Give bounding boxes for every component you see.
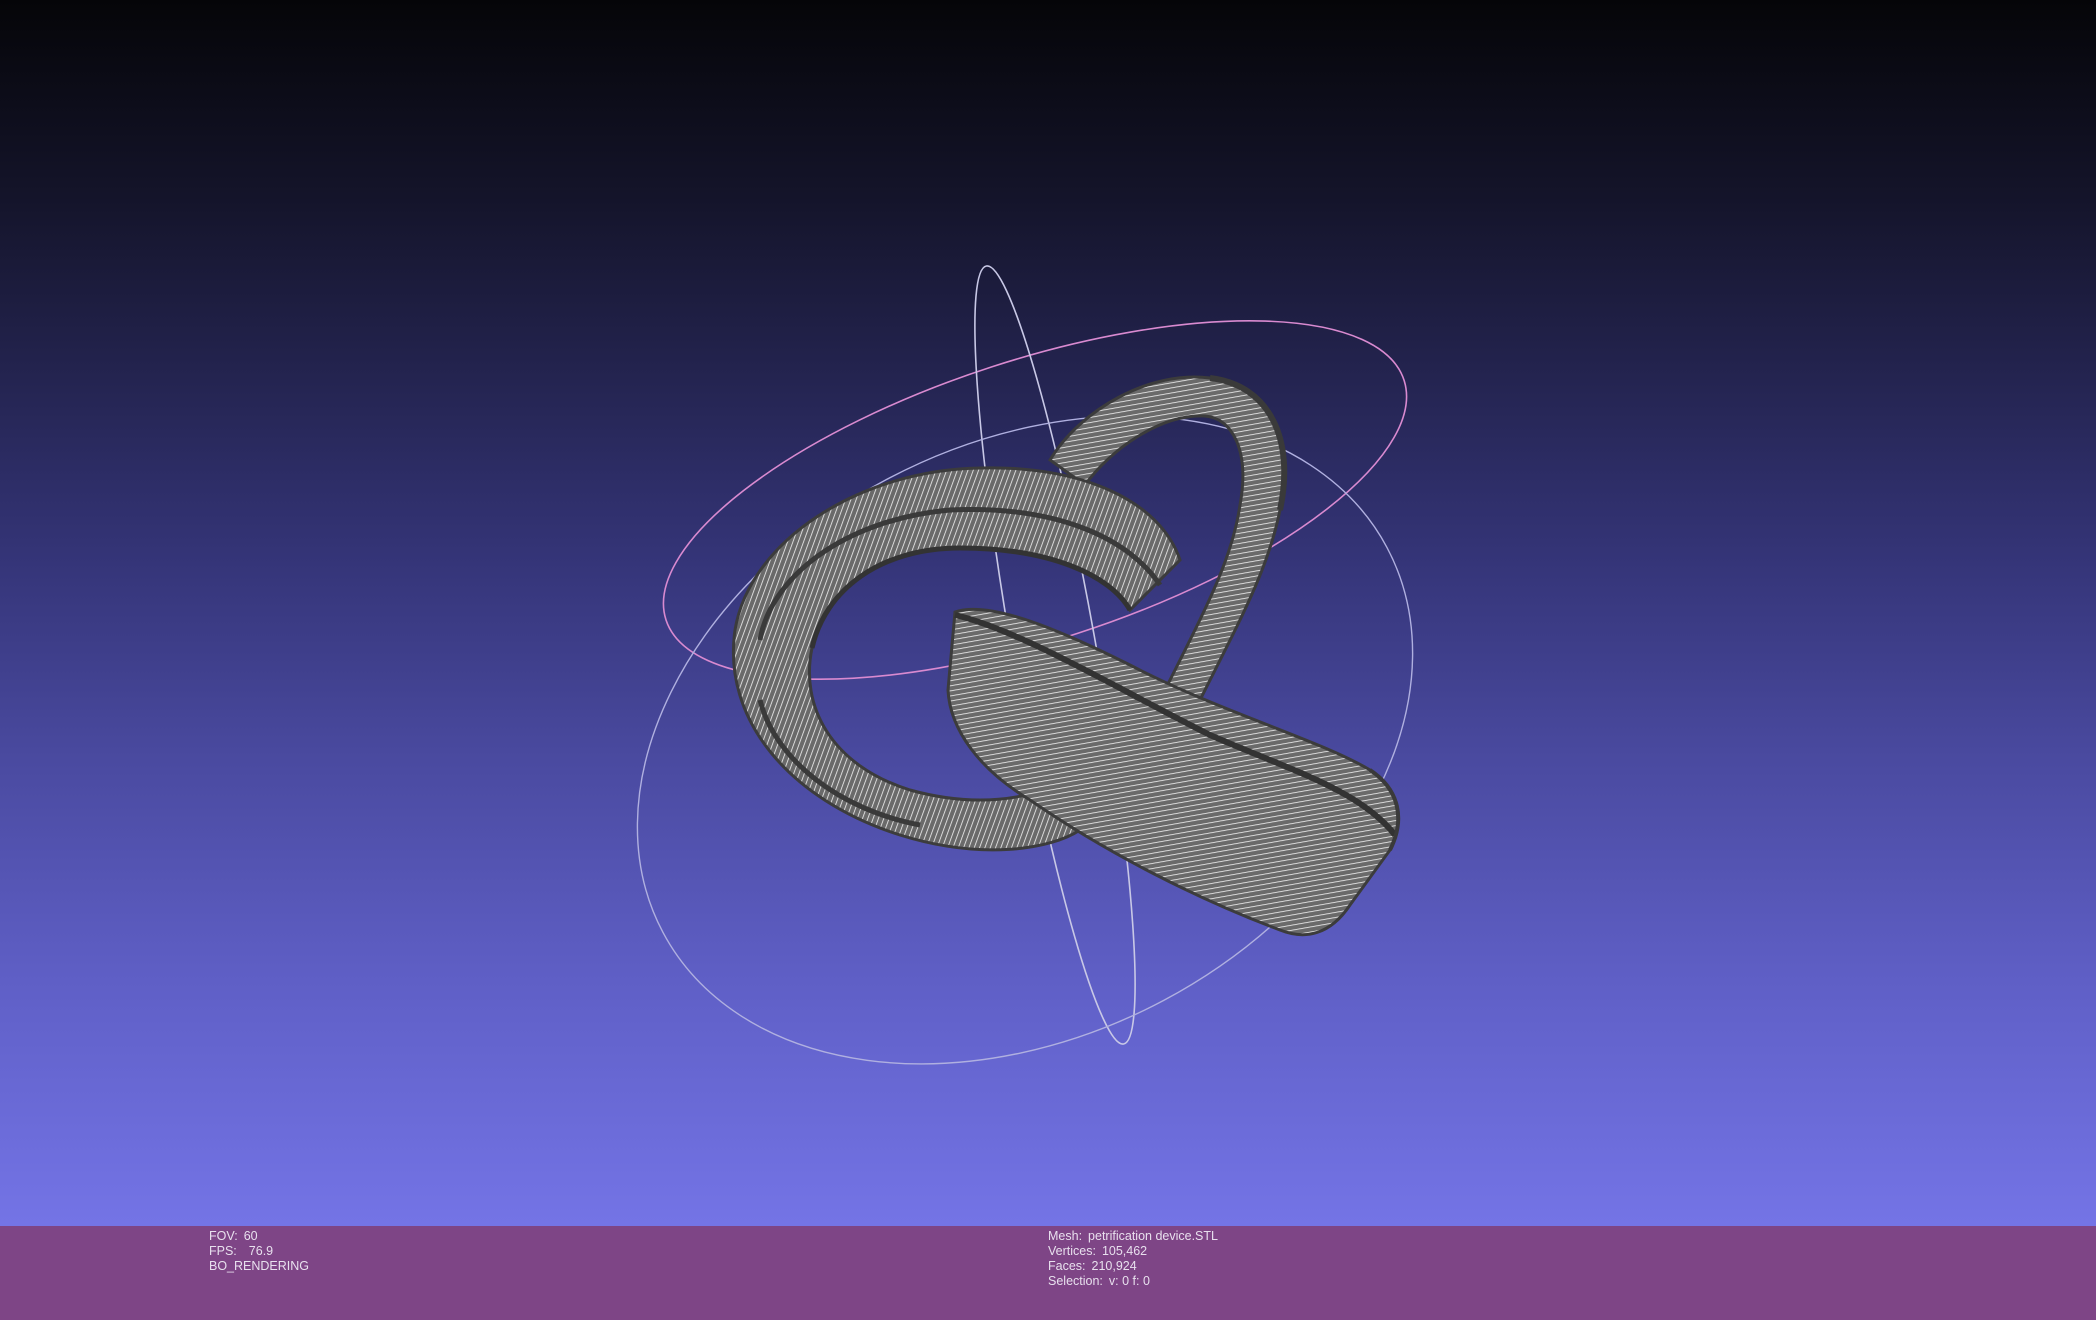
selection-label: Selection:	[1048, 1274, 1103, 1288]
faces-readout: Faces: 210,924	[1048, 1259, 1218, 1274]
mesh-name: petrification device.STL	[1088, 1229, 1218, 1243]
faces-label: Faces:	[1048, 1259, 1086, 1273]
vertices-label: Vertices:	[1048, 1244, 1096, 1258]
render-mode: BO_RENDERING	[209, 1259, 309, 1274]
mesh-model[interactable]	[732, 375, 1401, 937]
mesh-band-front	[946, 607, 1400, 937]
vertices-readout: Vertices: 105,462	[1048, 1244, 1218, 1259]
mesh-info: Mesh: petrification device.STL Vertices: 1…	[1048, 1229, 1218, 1289]
selection-readout: Selection: v: 0 f: 0	[1048, 1274, 1218, 1289]
mesh-label: Mesh:	[1048, 1229, 1083, 1243]
mesh-name-readout: Mesh: petrification device.STL	[1048, 1229, 1218, 1244]
render-info: FOV: 60 FPS: 76.9 BO_RENDERING	[209, 1229, 309, 1274]
fps-value: 76.9	[248, 1244, 274, 1258]
fov-label: FOV:	[209, 1229, 238, 1243]
vertices-value: 105,462	[1101, 1244, 1148, 1258]
status-info-bar: FOV: 60 FPS: 76.9 BO_RENDERING Mesh: petrif…	[0, 1226, 2096, 1320]
fps-readout: FPS: 76.9	[209, 1244, 309, 1259]
mesh-scene[interactable]	[0, 0, 2096, 1226]
fps-label: FPS:	[209, 1244, 237, 1258]
fov-readout: FOV: 60	[209, 1229, 309, 1244]
faces-value: 210,924	[1091, 1259, 1137, 1273]
3d-viewport[interactable]	[0, 0, 2096, 1226]
selection-value: v: 0 f: 0	[1108, 1274, 1150, 1288]
fov-value: 60	[243, 1229, 258, 1243]
render-mode-value: BO_RENDERING	[209, 1259, 310, 1273]
